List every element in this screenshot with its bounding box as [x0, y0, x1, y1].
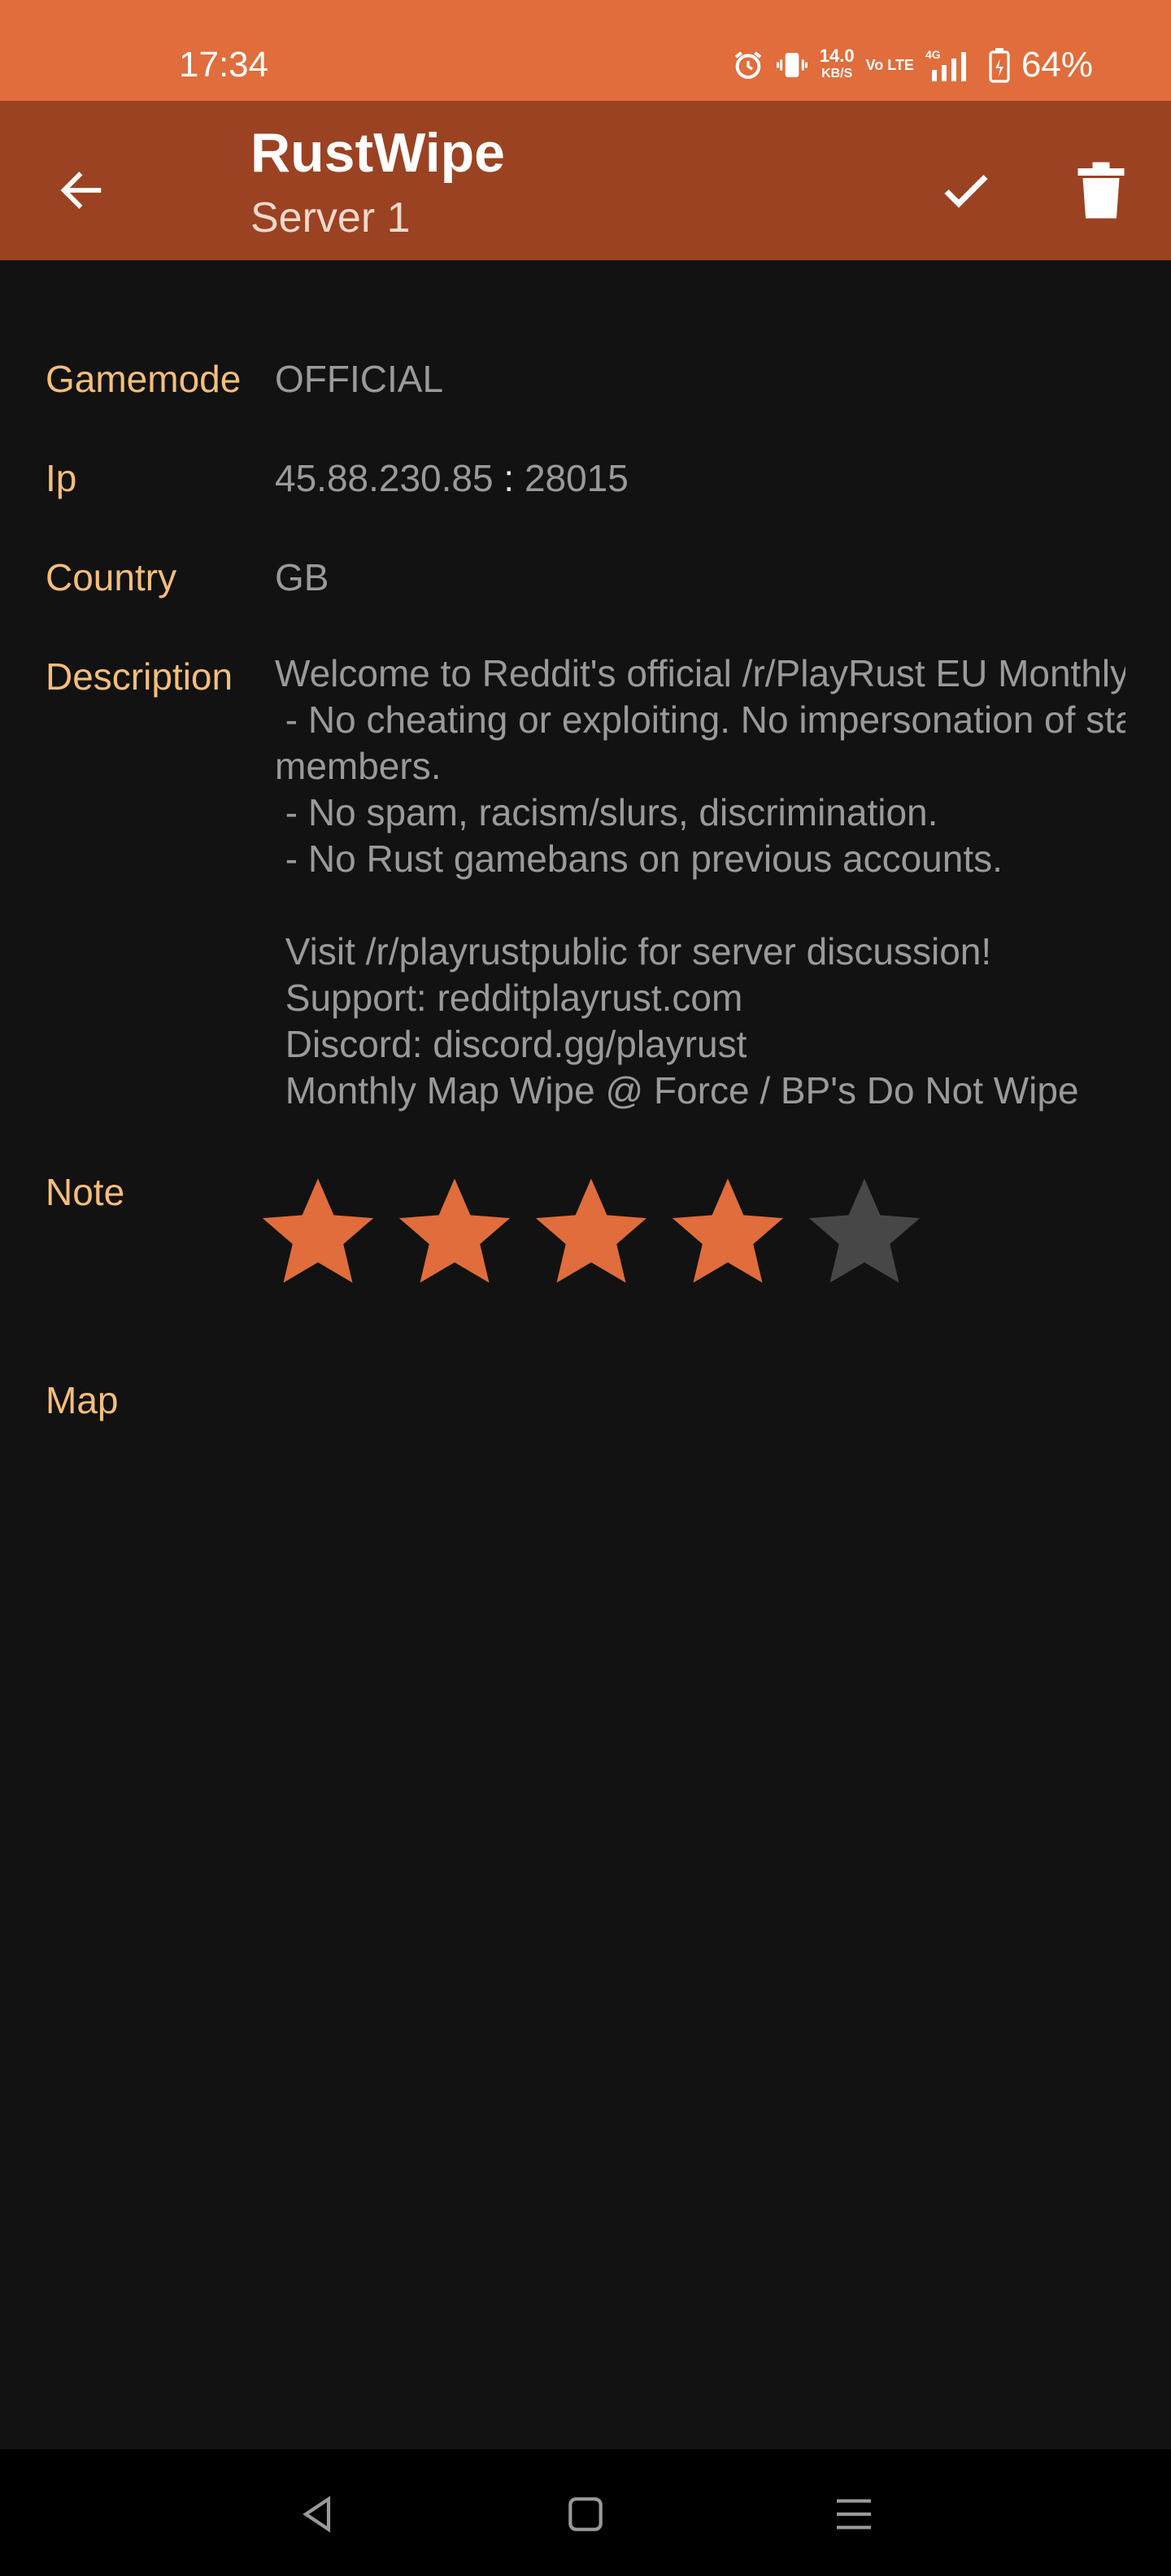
back-button[interactable] — [42, 151, 120, 229]
status-icons: 14.0 KB/S Vo LTE 4G 64% — [732, 39, 1093, 91]
description-line: - No Rust gamebans on previous accounts. — [275, 838, 1003, 880]
description-line: Monthly Map Wipe @ Force / BP's Do Not W… — [275, 1069, 1079, 1112]
star-icon[interactable] — [394, 1171, 516, 1293]
description-line — [275, 882, 1125, 929]
description-line: Discord: discord.gg/playrust — [275, 1023, 747, 1065]
star-icon[interactable] — [530, 1171, 652, 1293]
description-line: - No spam, racism/slurs, discrimination. — [275, 791, 938, 833]
nav-menu-button[interactable] — [821, 2482, 886, 2547]
system-nav-bar — [0, 2449, 1171, 2576]
nav-back-button[interactable] — [285, 2482, 350, 2547]
ip-separator: : — [503, 457, 515, 499]
ip-port: 28015 — [524, 457, 629, 499]
battery-icon — [989, 47, 1010, 83]
battery-level: 64% — [1021, 45, 1093, 85]
page-title: RustWipe — [250, 122, 505, 184]
check-icon — [944, 174, 988, 208]
triangle-back-icon — [303, 2496, 331, 2533]
description-line: Support: redditplayrust.com — [275, 977, 743, 1019]
status-time: 17:34 — [179, 45, 269, 85]
app-toolbar: RustWipe Server 1 — [0, 101, 1171, 260]
rating-bar[interactable] — [257, 1171, 925, 1293]
gamemode-label: Gamemode — [46, 358, 242, 400]
description-line: Visit /r/playrustpublic for server discu… — [275, 930, 992, 973]
signal-icon: 4G — [925, 47, 977, 83]
alarm-icon — [732, 49, 764, 81]
vibrate-icon — [776, 49, 808, 81]
star-icon[interactable] — [257, 1171, 379, 1293]
nav-home-button[interactable] — [553, 2482, 618, 2547]
menu-icon — [837, 2499, 871, 2530]
map-label: Map — [46, 1379, 119, 1421]
description-line: - No cheating or exploiting. No imperson… — [275, 698, 1125, 741]
description-line: members. — [275, 745, 442, 787]
delete-button[interactable] — [1062, 151, 1140, 229]
ip-value: 45.88.230.85 : 28015 — [275, 455, 629, 501]
status-bar: 17:34 14.0 KB/S Vo LTE 4G 64% — [0, 0, 1171, 101]
svg-text:4G: 4G — [925, 48, 941, 61]
star-icon[interactable] — [803, 1171, 925, 1293]
country-value: GB — [275, 556, 329, 598]
save-button[interactable] — [927, 151, 1005, 229]
volte-indicator: Vo LTE — [865, 57, 914, 73]
gamemode-value: OFFICIAL — [275, 358, 444, 400]
country-label: Country — [46, 556, 177, 598]
page-subtitle: Server 1 — [250, 194, 411, 242]
arrow-left-icon — [60, 172, 102, 209]
description-label: Description — [46, 655, 233, 698]
description-value: Welcome to Reddit's official /r/PlayRust… — [275, 651, 1125, 1122]
description-line: Welcome to Reddit's official /r/PlayRust… — [275, 652, 1125, 694]
ip-label: Ip — [46, 457, 77, 499]
trash-icon — [1077, 162, 1125, 219]
square-home-icon — [568, 2497, 603, 2531]
ip-address: 45.88.230.85 — [275, 457, 494, 499]
star-icon[interactable] — [667, 1171, 789, 1293]
net-speed: 14.0 KB/S — [819, 46, 855, 81]
note-label: Note — [46, 1171, 125, 1213]
